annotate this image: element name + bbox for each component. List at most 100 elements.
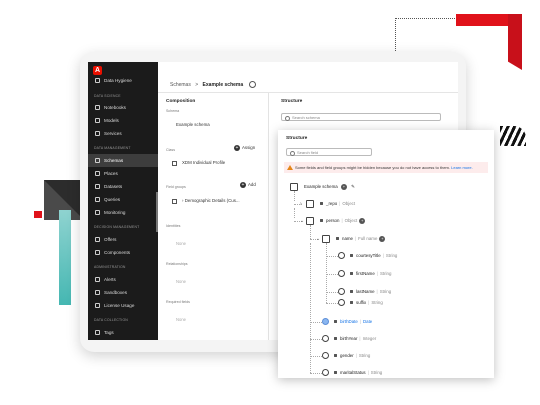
fieldgroup-checkbox[interactable] <box>172 199 177 204</box>
sidebar-item-tags[interactable]: Tags <box>88 326 158 339</box>
identities-label: Identities <box>166 224 181 228</box>
access-warning-banner: Some fields and field groups might be hi… <box>284 162 488 173</box>
sidebar-item-alerts[interactable]: Alerts <box>88 273 158 286</box>
queries-icon <box>95 197 100 202</box>
lock-icon <box>350 272 353 275</box>
sidebar-item-monitoring[interactable]: Monitoring <box>88 206 158 219</box>
composition-title: Composition <box>166 99 196 104</box>
fieldgroups-label: Field groups <box>166 185 186 189</box>
structure-title: Structure <box>281 99 303 104</box>
services-icon <box>95 131 100 136</box>
components-icon <box>95 250 100 255</box>
fieldgroup-label: Demographic Details (Cus... <box>184 198 240 203</box>
tree-node[interactable]: lastName | String <box>356 288 391 296</box>
field-name: firstName <box>356 271 375 276</box>
class-checkbox[interactable] <box>172 161 177 166</box>
lock-icon <box>320 219 323 222</box>
class-label: Class <box>166 148 175 152</box>
sidebar-item-places[interactable]: Places <box>88 167 158 180</box>
decorative-stripes <box>500 126 526 146</box>
sidebar: A Data Hygiene DATA SCIENCE Notebooks Mo… <box>88 62 158 340</box>
sidebar-item-offers[interactable]: Offers <box>88 233 158 246</box>
object-icon <box>306 200 314 208</box>
field-type: Object <box>342 201 356 206</box>
search-icon <box>290 150 295 156</box>
tree-node[interactable]: gender | String <box>340 352 370 360</box>
breadcrumb-separator: > <box>195 81 199 88</box>
field-circle-icon <box>338 270 345 277</box>
add-field-icon[interactable]: + <box>359 217 366 224</box>
add-field-icon[interactable]: + <box>340 183 347 190</box>
edit-pencil-icon[interactable]: ✎ <box>351 184 355 189</box>
field-type: Full name <box>358 236 378 241</box>
field-circle-icon <box>338 252 345 259</box>
tree-node[interactable]: person | Object + <box>326 217 366 225</box>
search-placeholder: Search field <box>297 150 319 155</box>
sandboxes-icon <box>95 290 100 295</box>
field-type: String <box>379 289 392 294</box>
breadcrumb-schemas-link[interactable]: Schemas <box>170 82 191 88</box>
field-type: Date <box>362 319 373 324</box>
lock-icon <box>334 320 337 323</box>
schema-label: Schema <box>166 109 180 113</box>
decorative-teal-bar <box>59 210 71 305</box>
search-field-input[interactable]: Search field <box>286 148 372 156</box>
tree-node-selected[interactable]: birthDate | Date <box>340 318 372 326</box>
warning-icon <box>287 165 293 170</box>
search-schema-input[interactable]: Search schema <box>281 113 441 121</box>
tree-node[interactable]: firstName | String <box>356 270 391 278</box>
tree-node[interactable]: name | Full name + <box>342 235 386 243</box>
field-circle-icon <box>322 352 329 359</box>
add-field-icon[interactable]: + <box>379 235 386 242</box>
lock-icon <box>334 354 337 357</box>
sidebar-item-sandboxes[interactable]: Sandboxes <box>88 286 158 299</box>
tree-node[interactable]: suffix | String <box>356 299 383 307</box>
tree-node[interactable]: courtesyTitle | String <box>356 252 397 260</box>
lock-icon <box>350 301 353 304</box>
root-label: Example schema <box>304 184 338 189</box>
object-icon <box>306 217 314 225</box>
sidebar-item-queries[interactable]: Queries <box>88 193 158 206</box>
field-name: maritalStatus <box>340 370 366 375</box>
sidebar-item-datasets[interactable]: Datasets <box>88 180 158 193</box>
assign-class-button[interactable]: + Assign <box>234 145 255 151</box>
sidebar-item-services[interactable]: Services <box>88 127 158 140</box>
collapse-chevron-icon[interactable]: ⌄ <box>316 235 320 243</box>
field-type: String <box>358 353 371 358</box>
tree-root[interactable]: Example schema + ✎ <box>304 183 355 191</box>
field-name: birthDate <box>340 319 358 324</box>
sidebar-item-notebooks[interactable]: Notebooks <box>88 101 158 114</box>
class-value[interactable]: XDM Individual Profile <box>182 160 225 165</box>
sidebar-item-components[interactable]: Components <box>88 246 158 259</box>
collapse-chevron-icon[interactable]: ⌄ <box>300 217 304 225</box>
required-label: Required fields <box>166 300 190 304</box>
sidebar-item-schemas[interactable]: Schemas <box>88 154 158 167</box>
schema-name-field[interactable]: Example schema <box>176 122 210 127</box>
expand-chevron-icon[interactable]: › <box>300 200 302 208</box>
decorative-red-shape <box>508 14 522 70</box>
field-circle-icon <box>338 288 345 295</box>
data-hygiene-icon <box>95 78 100 83</box>
tree-node[interactable]: maritalStatus | String <box>340 369 382 377</box>
sidebar-item-models[interactable]: Models <box>88 114 158 127</box>
learn-more-link[interactable]: Learn more. <box>451 165 473 170</box>
info-icon[interactable] <box>248 81 256 88</box>
field-type: Object <box>344 218 358 223</box>
search-icon <box>285 115 290 121</box>
sidebar-section-title: DECISION MANAGEMENT <box>94 225 140 229</box>
fieldgroup-value[interactable]: › Demographic Details (Cus... <box>182 198 240 203</box>
tree-node[interactable]: _repo | Object <box>326 200 355 208</box>
sidebar-section-title: DATA MANAGEMENT <box>94 146 131 150</box>
tree-node[interactable]: birthYear | Integer <box>340 335 376 343</box>
code-icon <box>95 105 100 110</box>
page-title: Example schema <box>202 81 244 88</box>
field-name: name <box>342 236 353 241</box>
schema-root-icon <box>290 183 298 191</box>
sidebar-item-license-usage[interactable]: License Usage <box>88 299 158 312</box>
lock-icon <box>320 202 323 205</box>
search-placeholder: Search schema <box>292 115 320 120</box>
offers-icon <box>95 237 100 242</box>
assign-label: Assign <box>242 145 256 151</box>
sidebar-item-data-hygiene[interactable]: Data Hygiene <box>88 74 158 87</box>
add-fieldgroup-button[interactable]: + Add <box>240 182 256 188</box>
